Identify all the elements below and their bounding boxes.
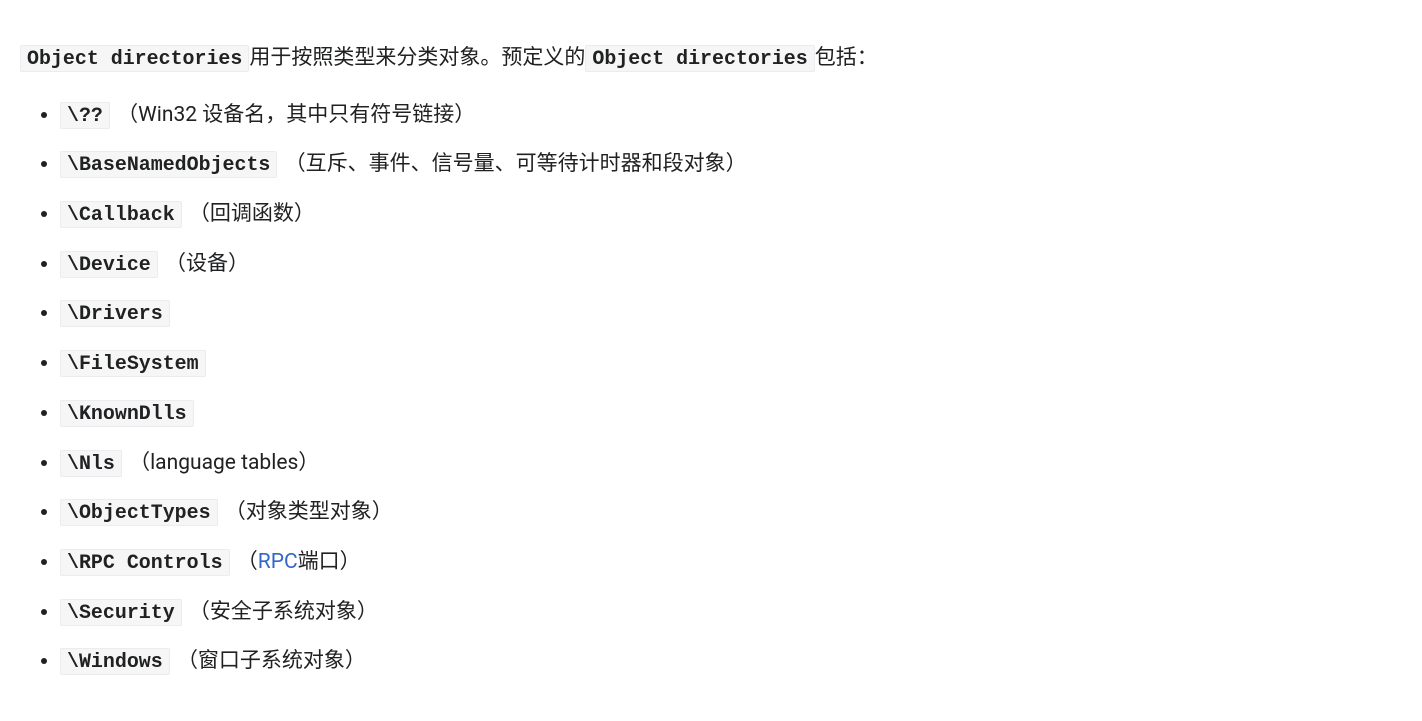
list-item: \Windows （窗口子系统对象） [60,644,1402,680]
dir-code: \BaseNamedObjects [60,151,277,178]
intro-code-1: Object directories [20,45,249,72]
dir-note: （设备） [165,252,249,276]
list-item: \?? （Win32 设备名，其中只有符号链接） [60,98,1402,134]
list-item: \BaseNamedObjects （互斥、事件、信号量、可等待计时器和段对象） [60,147,1402,183]
list-item: \ObjectTypes （对象类型对象） [60,495,1402,531]
list-item: \Device （设备） [60,247,1402,283]
dir-note: （回调函数） [189,202,315,226]
intro-code-2: Object directories [585,45,814,72]
dir-code: \RPC Controls [60,549,230,576]
list-item: \FileSystem [60,346,1402,382]
dir-code: \Nls [60,450,122,477]
list-item: \Drivers [60,296,1402,332]
dir-code: \Windows [60,648,170,675]
dir-note: （安全子系统对象） [189,600,378,624]
list-item: \Callback （回调函数） [60,197,1402,233]
dir-code: \ObjectTypes [60,499,218,526]
dir-code: \?? [60,102,110,129]
intro-text-2: 包括： [815,46,878,70]
dir-code: \Device [60,251,158,278]
dir-note: （对象类型对象） [225,500,393,524]
dir-code: \Drivers [60,300,170,327]
intro-paragraph: Object directories用于按照类型来分类对象。预定义的Object… [20,41,1402,77]
intro-text-1: 用于按照类型来分类对象。预定义的 [249,46,585,70]
dir-code: \Callback [60,201,182,228]
dir-code: \KnownDlls [60,400,194,427]
dir-note: （RPC端口） [237,550,361,574]
list-item: \Nls （language tables） [60,446,1402,482]
dir-note: （Win32 设备名，其中只有符号链接） [117,103,475,127]
dir-note: （互斥、事件、信号量、可等待计时器和段对象） [285,152,747,176]
list-item: \RPC Controls （RPC端口） [60,545,1402,581]
note-suffix: 端口） [298,550,361,574]
rpc-link[interactable]: RPC [258,550,298,574]
list-item: \KnownDlls [60,396,1402,432]
list-item: \Security （安全子系统对象） [60,595,1402,631]
directory-list: \?? （Win32 设备名，其中只有符号链接） \BaseNamedObjec… [20,98,1402,680]
dir-code: \Security [60,599,182,626]
dir-note: （language tables） [129,451,319,475]
note-prefix: （ [237,550,258,574]
dir-note: （窗口子系统对象） [177,649,366,673]
dir-code: \FileSystem [60,350,206,377]
